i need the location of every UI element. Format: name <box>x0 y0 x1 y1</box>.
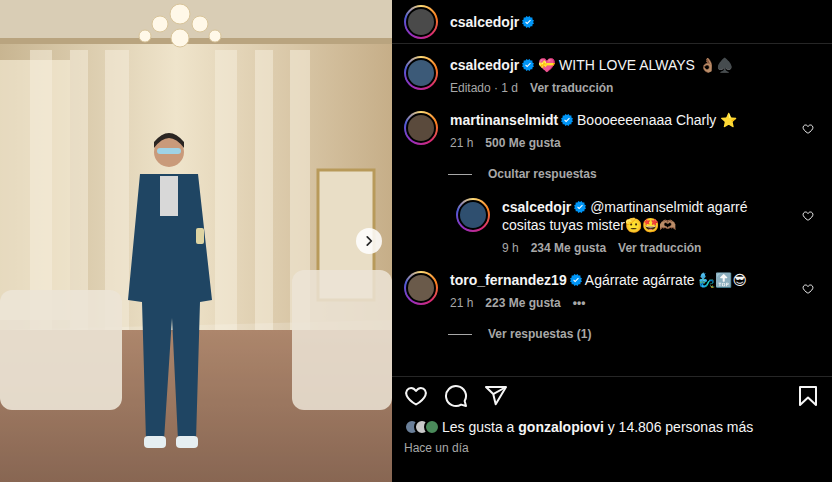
avatar[interactable] <box>404 271 438 305</box>
toggle-line <box>448 174 472 175</box>
replies-toggle-label[interactable]: Ocultar respuestas <box>488 166 597 182</box>
post-time: Hace un día <box>404 440 820 456</box>
avatar-photo <box>406 113 436 143</box>
comments-list: csalcedojr 💝 WITH LOVE ALWAYS 👌🏽♠️ Editad… <box>392 44 832 376</box>
avatar[interactable] <box>404 111 438 145</box>
avatar-photo <box>406 58 436 88</box>
comment-meta: Editado · 1 d Ver traducción <box>450 80 820 96</box>
post-header: csalcedojr <box>392 0 832 44</box>
post-footer: Les gusta a gonzalopiovi y 14.806 person… <box>392 376 832 482</box>
comment: csalcedojr 💝 WITH LOVE ALWAYS 👌🏽♠️ Editad… <box>404 56 820 96</box>
chevron-right-icon <box>362 234 376 248</box>
verified-badge-icon <box>522 59 534 71</box>
reply-likes[interactable]: 234 Me gusta <box>531 240 606 256</box>
comment-bubble-icon[interactable] <box>444 384 468 408</box>
likes-summary: Les gusta a gonzalopiovi y 14.806 person… <box>404 417 820 437</box>
avatar-photo <box>458 200 488 230</box>
liker-username[interactable]: gonzalopiovi <box>518 419 604 435</box>
like-heart-icon[interactable] <box>404 384 428 408</box>
caption-meta: Editado · 1 d <box>450 80 518 96</box>
comment-meta: 21 h 500 Me gusta <box>450 135 784 151</box>
likes-suffix[interactable]: y 14.806 personas más <box>604 419 753 435</box>
replies-toggle[interactable]: Ocultar respuestas <box>448 166 820 182</box>
comment-time[interactable]: 21 h <box>450 135 473 151</box>
comment-time[interactable]: 21 h <box>450 295 473 311</box>
translate-link[interactable]: Ver traducción <box>530 80 613 96</box>
avatar[interactable] <box>456 198 490 232</box>
toggle-line <box>448 334 472 335</box>
instagram-post: csalcedojrcsalcedojr 💝 WITH LOVE ALWAYS … <box>0 0 832 482</box>
avatar-photo <box>406 7 436 37</box>
translate-link[interactable]: Ver traducción <box>618 240 701 256</box>
comment-username[interactable]: toro_fernandez19 <box>450 272 567 288</box>
liker-avatar <box>424 419 440 435</box>
verified-badge-icon <box>561 114 573 126</box>
heart-icon[interactable] <box>796 117 820 141</box>
verified-badge-icon <box>522 16 534 28</box>
verified-badge-icon <box>570 274 582 286</box>
comment-text: Boooeeeenaaa Charly ⭐ <box>577 112 737 128</box>
save-bookmark-icon[interactable] <box>796 384 820 408</box>
post-photo[interactable] <box>0 0 392 482</box>
post-actions <box>404 379 820 413</box>
comment-username[interactable]: csalcedojr <box>450 57 519 73</box>
avatar-photo <box>406 273 436 303</box>
comment-username[interactable]: csalcedojr <box>502 199 571 215</box>
header-username[interactable]: csalcedojr <box>450 13 519 31</box>
comment: csalcedojr @martinanselmidt agarré cosit… <box>456 198 820 256</box>
comment-text: Agárrate agárrate 🧞‍♂️🔝😎 <box>585 272 747 288</box>
comment-meta: 9 h 234 Me gusta Ver traducción <box>502 240 784 256</box>
photo-image <box>0 0 392 482</box>
likes-prefix: Les gusta a <box>442 419 518 435</box>
comment-username[interactable]: martinanselmidt <box>450 112 558 128</box>
more-options-button[interactable]: ••• <box>573 295 586 311</box>
next-photo-button[interactable] <box>356 228 382 254</box>
heart-icon[interactable] <box>796 204 820 228</box>
replies-toggle[interactable]: Ver respuestas (1) <box>448 326 820 342</box>
reply-time[interactable]: 9 h <box>502 240 519 256</box>
heart-icon[interactable] <box>796 277 820 301</box>
comment-likes[interactable]: 223 Me gusta <box>485 295 560 311</box>
avatar[interactable] <box>404 56 438 90</box>
comment-meta: 21 h 223 Me gusta ••• <box>450 295 784 311</box>
share-plane-icon[interactable] <box>484 384 508 408</box>
comment-likes[interactable]: 500 Me gusta <box>485 135 560 151</box>
comment-text: 💝 WITH LOVE ALWAYS 👌🏽♠️ <box>538 57 733 73</box>
avatar[interactable] <box>404 5 438 39</box>
replies-toggle-label[interactable]: Ver respuestas (1) <box>488 326 591 342</box>
post-side-panel: csalcedojrcsalcedojr 💝 WITH LOVE ALWAYS … <box>392 0 832 482</box>
verified-badge-icon <box>574 201 586 213</box>
liker-avatars <box>404 419 434 435</box>
likes-text[interactable]: Les gusta a gonzalopiovi y 14.806 person… <box>442 418 753 436</box>
comment: toro_fernandez19 Agárrate agárrate 🧞‍♂️🔝… <box>404 271 820 311</box>
comment: martinanselmidt Boooeeeenaaa Charly ⭐ 21 … <box>404 111 820 151</box>
